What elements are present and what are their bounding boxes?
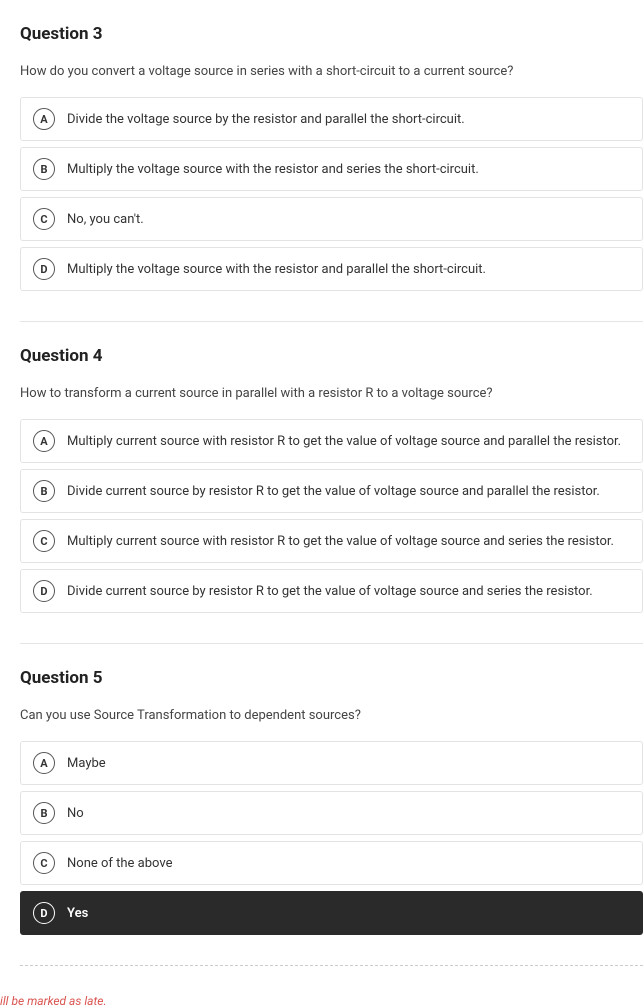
option-d[interactable]: D Yes — [20, 891, 643, 935]
option-b[interactable]: B Multiply the voltage source with the r… — [20, 147, 643, 191]
question-block: Question 3 How do you convert a voltage … — [0, 0, 643, 291]
option-letter-icon: D — [33, 580, 55, 602]
option-d[interactable]: D Multiply the voltage source with the r… — [20, 247, 643, 291]
option-a[interactable]: A Divide the voltage source by the resis… — [20, 97, 643, 141]
option-text: Multiply the voltage source with the res… — [67, 262, 486, 277]
option-text: No — [67, 806, 84, 821]
question-block: Question 5 Can you use Source Transforma… — [0, 644, 643, 935]
option-c[interactable]: C No, you can't. — [20, 197, 643, 241]
option-text: Divide the voltage source by the resisto… — [67, 112, 465, 127]
option-text: Divide current source by resistor R to g… — [67, 484, 600, 499]
options-list: A Maybe B No C None of the above D Yes — [20, 741, 643, 935]
late-submission-note: ill be marked as late. — [0, 966, 643, 1008]
option-letter-icon: D — [33, 902, 55, 924]
option-c[interactable]: C None of the above — [20, 841, 643, 885]
options-list: A Multiply current source with resistor … — [20, 419, 643, 613]
option-b[interactable]: B No — [20, 791, 643, 835]
options-list: A Divide the voltage source by the resis… — [20, 97, 643, 291]
question-title: Question 5 — [20, 668, 643, 688]
question-title: Question 4 — [20, 346, 643, 366]
question-block: Question 4 How to transform a current so… — [0, 322, 643, 613]
option-text: Maybe — [67, 756, 106, 771]
option-text: No, you can't. — [67, 212, 144, 227]
option-text: None of the above — [67, 856, 172, 871]
option-text: Divide current source by resistor R to g… — [67, 584, 593, 599]
option-letter-icon: B — [33, 480, 55, 502]
option-letter-icon: D — [33, 258, 55, 280]
option-letter-icon: A — [33, 108, 55, 130]
option-c[interactable]: C Multiply current source with resistor … — [20, 519, 643, 563]
option-letter-icon: B — [33, 158, 55, 180]
option-letter-icon: C — [33, 852, 55, 874]
option-text: Multiply current source with resistor R … — [67, 534, 614, 549]
option-b[interactable]: B Divide current source by resistor R to… — [20, 469, 643, 513]
option-letter-icon: C — [33, 530, 55, 552]
option-letter-icon: C — [33, 208, 55, 230]
option-a[interactable]: A Maybe — [20, 741, 643, 785]
question-title: Question 3 — [20, 24, 643, 44]
option-d[interactable]: D Divide current source by resistor R to… — [20, 569, 643, 613]
option-letter-icon: A — [33, 752, 55, 774]
question-prompt: How do you convert a voltage source in s… — [20, 64, 643, 79]
question-prompt: How to transform a current source in par… — [20, 386, 643, 401]
option-text: Multiply current source with resistor R … — [67, 434, 621, 449]
question-prompt: Can you use Source Transformation to dep… — [20, 708, 643, 723]
option-text: Yes — [67, 906, 88, 921]
option-text: Multiply the voltage source with the res… — [67, 162, 479, 177]
option-letter-icon: A — [33, 430, 55, 452]
option-a[interactable]: A Multiply current source with resistor … — [20, 419, 643, 463]
option-letter-icon: B — [33, 802, 55, 824]
